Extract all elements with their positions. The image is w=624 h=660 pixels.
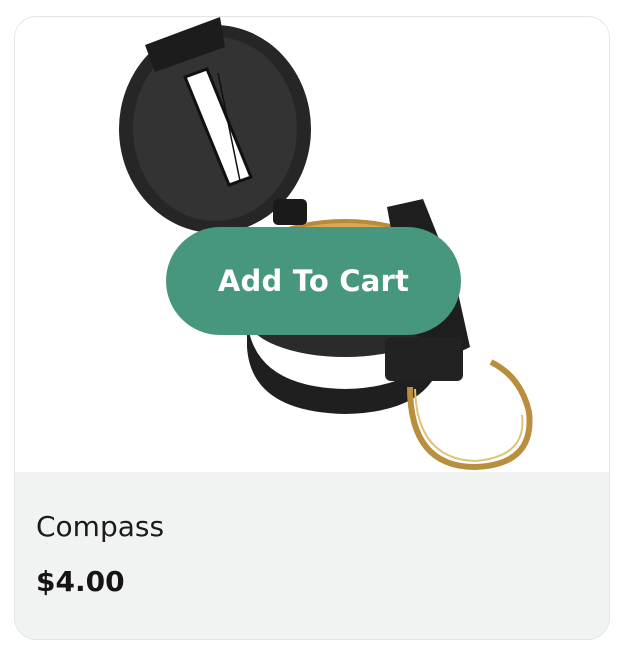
product-price: $4.00 [36,565,125,598]
add-to-cart-button[interactable]: Add To Cart [166,227,461,335]
product-card[interactable]: Add To Cart Compass $4.00 [14,16,610,640]
product-image[interactable]: Add To Cart [15,17,609,472]
product-info: Compass $4.00 [15,472,609,639]
product-name[interactable]: Compass [36,510,164,543]
